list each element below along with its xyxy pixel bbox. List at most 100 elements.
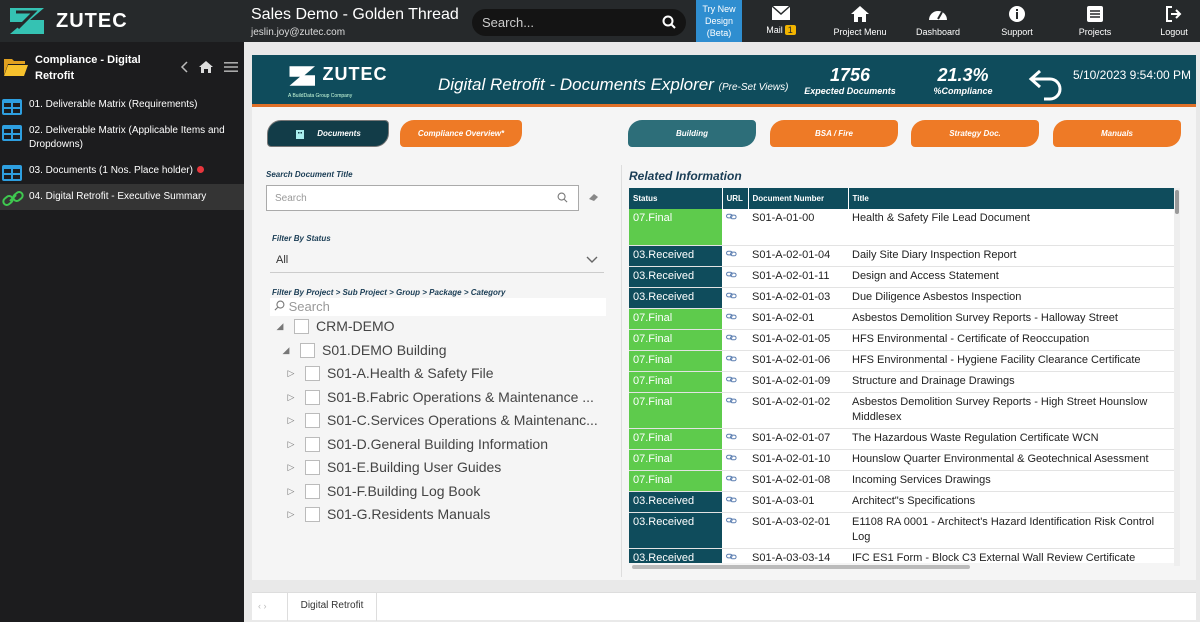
link-icon[interactable] (726, 291, 737, 300)
column-header-url[interactable]: URL (722, 188, 749, 209)
nav-projects[interactable]: Projects (1060, 5, 1130, 37)
table-row[interactable]: 03.Received S01-A-02-01-03 Due Diligence A… (629, 287, 1174, 309)
table-row[interactable]: 07.Final S01-A-02-01-06 HFS Environmental … (629, 350, 1174, 372)
tree-checkbox[interactable] (305, 459, 320, 475)
url-cell[interactable] (722, 266, 748, 288)
scroll-thumb[interactable] (1175, 190, 1179, 214)
expand-toggle-icon[interactable]: ▷ (285, 392, 297, 403)
column-header-title[interactable]: Title (848, 188, 1174, 209)
tree-checkbox[interactable] (305, 389, 320, 405)
link-icon[interactable] (726, 516, 737, 525)
expand-toggle-icon[interactable]: ▷ (285, 486, 297, 497)
tree-checkbox[interactable] (305, 436, 320, 452)
tree-node-group[interactable]: ▷ S01-G.Residents Manuals (285, 506, 491, 522)
tree-checkbox[interactable] (294, 318, 309, 334)
url-cell[interactable] (722, 350, 748, 372)
try-new-design-button[interactable]: Try New Design (Beta) (696, 0, 742, 42)
link-icon[interactable] (726, 333, 737, 342)
document-title-search-input[interactable]: Search (266, 185, 579, 211)
url-cell[interactable] (722, 428, 748, 450)
sidebar-item-documents[interactable]: 03. Documents (1 Nos. Place holder) (0, 158, 244, 184)
link-icon[interactable] (726, 552, 737, 561)
sidebar-item-deliverable-matrix-requirements[interactable]: 01. Deliverable Matrix (Requirements) (0, 92, 244, 118)
tree-node-group[interactable]: ▷ S01-F.Building Log Book (285, 483, 481, 499)
eraser-icon[interactable] (588, 192, 600, 202)
expand-toggle-icon[interactable]: ▷ (285, 462, 297, 473)
chevron-left-icon[interactable] (180, 61, 188, 73)
building-button[interactable]: Building (628, 120, 756, 147)
url-cell[interactable] (722, 329, 748, 351)
table-row[interactable]: 07.Final S01-A-02-01-09 Structure and Drai… (629, 371, 1174, 393)
home-icon[interactable] (198, 60, 214, 74)
tree-node-group[interactable]: ▷ S01-B.Fabric Operations & Maintenance .… (285, 389, 594, 405)
expand-toggle-icon[interactable]: ▷ (285, 509, 297, 520)
tree-checkbox[interactable] (305, 412, 320, 428)
link-icon[interactable] (726, 354, 737, 363)
zutec-logo[interactable]: ZUTEC (8, 6, 128, 36)
link-icon[interactable] (726, 495, 737, 504)
url-cell[interactable] (722, 371, 748, 393)
table-row[interactable]: 07.Final S01-A-02-01 Asbestos Demolition S… (629, 308, 1174, 330)
sidebar-item-deliverable-matrix-applicable[interactable]: 02. Deliverable Matrix (Applicable Items… (0, 118, 244, 158)
expand-toggle-icon[interactable]: ◢ (274, 321, 286, 332)
url-cell[interactable] (722, 548, 748, 563)
nav-dashboard[interactable]: Dashboard (903, 5, 973, 37)
hamburger-menu-icon[interactable] (224, 61, 238, 73)
table-row[interactable]: 03.Received S01-A-03-01 Architect"s Specif… (629, 491, 1174, 513)
table-row[interactable]: 07.Final S01-A-02-01-05 HFS Environmental … (629, 329, 1174, 351)
link-icon[interactable] (726, 474, 737, 483)
link-icon[interactable] (726, 270, 737, 279)
tree-node-group[interactable]: ▷ S01-E.Building User Guides (285, 459, 502, 475)
link-icon[interactable] (726, 212, 737, 221)
link-icon[interactable] (726, 453, 737, 462)
column-header-status[interactable]: Status (629, 188, 723, 209)
table-row[interactable]: 07.Final S01-A-02-01-07 The Hazardous Wast… (629, 428, 1174, 450)
tree-node-subproject[interactable]: ◢ S01.DEMO Building (280, 342, 447, 358)
table-row[interactable]: 03.Received S01-A-03-02-01 E1108 RA 0001 -… (629, 512, 1174, 549)
global-search-input[interactable]: Search... (472, 9, 686, 36)
link-icon[interactable] (726, 375, 737, 384)
table-row[interactable]: 07.Final S01-A-02-01-02 Asbestos Demolitio… (629, 392, 1174, 429)
page-nav-arrows[interactable]: ‹ › (258, 601, 267, 611)
url-cell[interactable] (722, 491, 748, 513)
tree-node-group[interactable]: ▷ S01-A.Health & Safety File (285, 365, 494, 381)
expand-toggle-icon[interactable]: ▷ (285, 368, 297, 379)
link-icon[interactable] (726, 249, 737, 258)
page-tab-digital-retrofit[interactable]: Digital Retrofit (287, 593, 377, 621)
tree-node-project[interactable]: ◢ CRM-DEMO (274, 318, 395, 334)
link-icon[interactable] (726, 312, 737, 321)
tree-checkbox[interactable] (300, 342, 315, 358)
url-cell[interactable] (722, 209, 748, 246)
url-cell[interactable] (722, 449, 748, 471)
tree-checkbox[interactable] (305, 483, 320, 499)
url-cell[interactable] (722, 308, 748, 330)
bsa-fire-button[interactable]: BSA / Fire (770, 120, 898, 147)
table-row[interactable]: 03.Received S01-A-02-01-11 Design and Acce… (629, 266, 1174, 288)
tree-node-group[interactable]: ▷ S01-C.Services Operations & Maintenanc.… (285, 412, 598, 428)
table-row[interactable]: 03.Received S01-A-03-03-14 IFC ES1 Form - … (629, 548, 1174, 563)
expand-toggle-icon[interactable]: ◢ (280, 345, 292, 356)
nav-project-menu[interactable]: Project Menu (825, 5, 895, 37)
table-row[interactable]: 07.Final S01-A-02-01-10 Hounslow Quarter E… (629, 449, 1174, 471)
tree-checkbox[interactable] (305, 506, 320, 522)
nav-logout[interactable]: Logout (1139, 5, 1200, 37)
documents-button[interactable]: Documents (267, 120, 389, 147)
tree-node-group[interactable]: ▷ S01-D.General Building Information (285, 436, 548, 452)
search-icon[interactable] (662, 15, 676, 29)
tree-search-input[interactable]: Search (270, 298, 606, 316)
status-filter-dropdown[interactable]: All (270, 249, 604, 273)
url-cell[interactable] (722, 287, 748, 309)
manuals-button[interactable]: Manuals (1053, 120, 1181, 147)
table-horizontal-scrollbar[interactable] (632, 565, 970, 569)
link-icon[interactable] (726, 432, 737, 441)
nav-mail[interactable]: Mail 1 (746, 5, 816, 35)
expand-toggle-icon[interactable]: ▷ (285, 439, 297, 450)
table-row[interactable]: 03.Received S01-A-02-01-04 Daily Site Diar… (629, 245, 1174, 267)
nav-support[interactable]: Support (982, 5, 1052, 37)
url-cell[interactable] (722, 470, 748, 492)
table-row[interactable]: 07.Final S01-A-02-01-08 Incoming Services … (629, 470, 1174, 492)
url-cell[interactable] (722, 512, 748, 549)
strategy-doc-button[interactable]: Strategy Doc. (911, 120, 1039, 147)
back-arrow-icon[interactable] (1028, 65, 1064, 101)
expand-toggle-icon[interactable]: ▷ (285, 415, 297, 426)
